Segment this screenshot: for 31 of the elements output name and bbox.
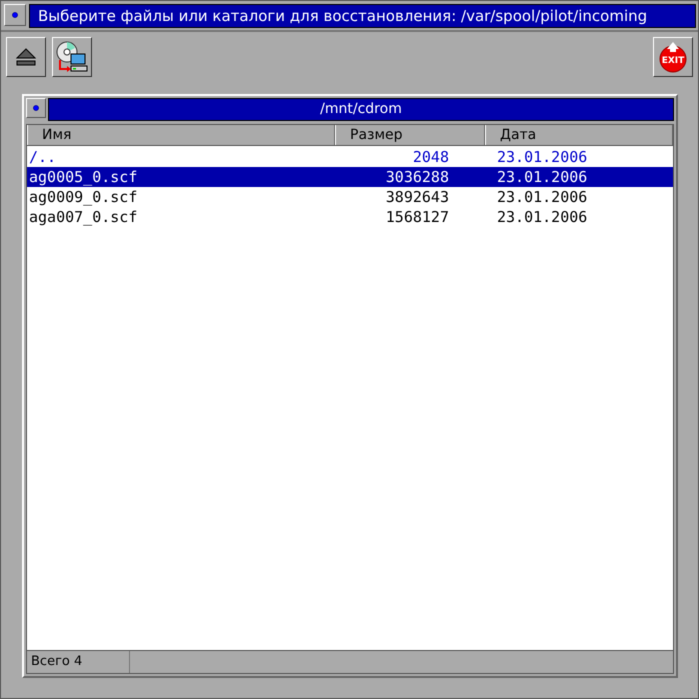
size-cell-text: 3892643 (384, 187, 449, 207)
menu-dot-icon (33, 105, 39, 111)
size-cell-text: 2048 (412, 147, 449, 167)
file-row[interactable]: /.. 2048 23.01.2006 (27, 147, 673, 167)
name-cell-text: /.. (28, 147, 58, 167)
name-cell-text: ag0005_0.scf (28, 167, 138, 187)
menu-dot-icon (12, 12, 18, 18)
date-cell-text: 23.01.2006 (496, 187, 588, 207)
date-cell-text: 23.01.2006 (496, 207, 588, 227)
name-cell-text: aga007_0.scf (28, 207, 138, 227)
file-row[interactable]: ag0005_0.scf 3036288 23.01.2006 (27, 167, 673, 187)
disc-to-computer-icon (55, 40, 89, 74)
size-cell-text: 3036288 (384, 167, 449, 187)
file-row[interactable]: ag0009_0.scf 3892643 23.01.2006 (27, 187, 673, 207)
column-header[interactable]: Дата (485, 125, 673, 145)
window-menu-button[interactable] (4, 4, 26, 26)
status-text: Всего 4 (27, 651, 130, 673)
panel-menu-button[interactable] (26, 98, 46, 118)
panel-title: /mnt/cdrom (48, 98, 674, 121)
size-cell-text: 1568127 (384, 207, 449, 227)
eject-icon (16, 48, 36, 66)
restore-button[interactable] (52, 37, 92, 77)
date-cell-text: 23.01.2006 (496, 147, 588, 167)
eject-button[interactable] (6, 37, 46, 77)
name-cell-text: ag0009_0.scf (28, 187, 138, 207)
window-title: Выберите файлы или каталоги для восстановления: /var/spool/pilot/incoming (29, 4, 696, 28)
date-cell-text: 23.01.2006 (496, 167, 588, 187)
column-header[interactable]: Размер (335, 125, 485, 145)
exit-button[interactable]: EXIT (653, 37, 693, 77)
file-row[interactable]: aga007_0.scf 1568127 23.01.2006 (27, 207, 673, 227)
column-header[interactable]: Имя (27, 125, 335, 145)
